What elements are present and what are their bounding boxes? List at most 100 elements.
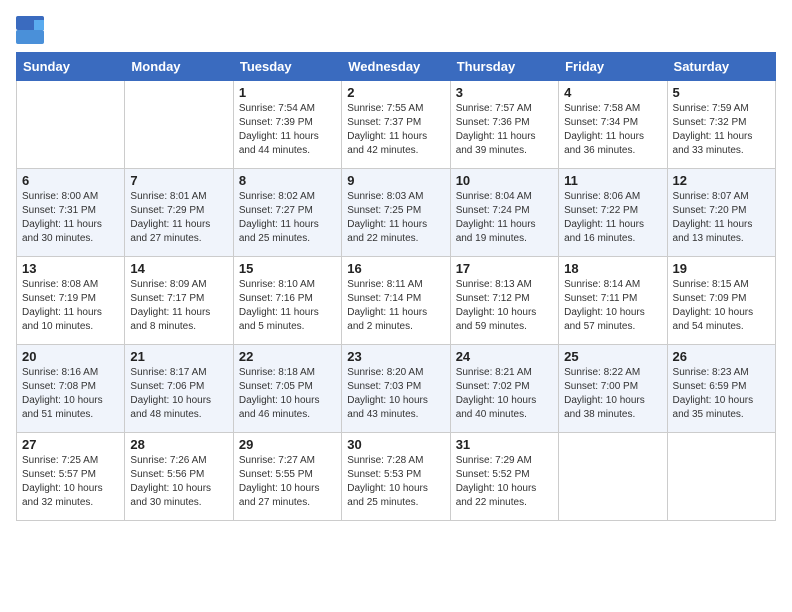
calendar-cell: 7 Sunrise: 8:01 AMSunset: 7:29 PMDaylight… (125, 169, 233, 257)
calendar-week-3: 13Sunrise: 8:08 AMSunset: 7:19 PMDayligh… (17, 257, 776, 345)
header-row: SundayMondayTuesdayWednesdayThursdayFrid… (17, 53, 776, 81)
day-detail: Sunrise: 8:03 AMSunset: 7:25 PMDaylight:… (347, 190, 444, 246)
day-number: 11 (564, 173, 661, 188)
header-day-tuesday: Tuesday (233, 53, 341, 81)
calendar-cell: 10Sunrise: 8:04 AMSunset: 7:24 PMDayligh… (450, 169, 558, 257)
calendar-cell: 19 Sunrise: 8:15 AMSunset: 7:09 PMDayligh… (667, 257, 775, 345)
day-detail: Sunrise: 8:21 AMSunset: 7:02 PMDaylight:… (456, 366, 553, 422)
day-number: 8 (239, 173, 336, 188)
calendar-cell: 3 Sunrise: 7:57 AMSunset: 7:36 PMDaylight… (450, 81, 558, 169)
day-detail: Sunrise: 8:15 AMSunset: 7:09 PMDaylight:… (673, 278, 770, 334)
day-detail: Sunrise: 8:09 AMSunset: 7:17 PMDaylight:… (130, 278, 227, 334)
day-detail: Sunrise: 8:06 AMSunset: 7:22 PMDaylight:… (564, 190, 661, 246)
calendar-cell: 21 Sunrise: 8:17 AMSunset: 7:06 PMDayligh… (125, 345, 233, 433)
day-detail: Sunrise: 8:14 AMSunset: 7:11 PMDaylight:… (564, 278, 661, 334)
day-detail: Sunrise: 7:25 AMSunset: 5:57 PMDaylight:… (22, 454, 119, 510)
day-number: 1 (239, 85, 336, 100)
day-number: 31 (456, 437, 553, 452)
day-detail: Sunrise: 8:18 AMSunset: 7:05 PMDaylight:… (239, 366, 336, 422)
day-number: 18 (564, 261, 661, 276)
day-number: 21 (130, 349, 227, 364)
day-detail: Sunrise: 8:02 AMSunset: 7:27 PMDaylight:… (239, 190, 336, 246)
day-detail: Sunrise: 7:28 AMSunset: 5:53 PMDaylight:… (347, 454, 444, 510)
day-number: 9 (347, 173, 444, 188)
calendar-cell: 28 Sunrise: 7:26 AMSunset: 5:56 PMDayligh… (125, 433, 233, 521)
calendar-cell: 12Sunrise: 8:07 AMSunset: 7:20 PMDayligh… (667, 169, 775, 257)
day-detail: Sunrise: 7:26 AMSunset: 5:56 PMDaylight:… (130, 454, 227, 510)
calendar-cell: 26Sunrise: 8:23 AMSunset: 6:59 PMDayligh… (667, 345, 775, 433)
calendar-week-1: 1 Sunrise: 7:54 AMSunset: 7:39 PMDaylight… (17, 81, 776, 169)
day-detail: Sunrise: 8:20 AMSunset: 7:03 PMDaylight:… (347, 366, 444, 422)
day-detail: Sunrise: 7:58 AMSunset: 7:34 PMDaylight:… (564, 102, 661, 158)
calendar-cell: 20 Sunrise: 8:16 AMSunset: 7:08 PMDayligh… (17, 345, 125, 433)
day-number: 28 (130, 437, 227, 452)
day-detail: Sunrise: 7:54 AMSunset: 7:39 PMDaylight:… (239, 102, 336, 158)
calendar-cell: 11 Sunrise: 8:06 AMSunset: 7:22 PMDayligh… (559, 169, 667, 257)
calendar-week-2: 6 Sunrise: 8:00 AMSunset: 7:31 PMDaylight… (17, 169, 776, 257)
day-number: 23 (347, 349, 444, 364)
calendar-cell: 30 Sunrise: 7:28 AMSunset: 5:53 PMDayligh… (342, 433, 450, 521)
header-day-wednesday: Wednesday (342, 53, 450, 81)
calendar-cell: 6 Sunrise: 8:00 AMSunset: 7:31 PMDaylight… (17, 169, 125, 257)
logo (16, 16, 48, 44)
day-number: 10 (456, 173, 553, 188)
day-detail: Sunrise: 8:22 AMSunset: 7:00 PMDaylight:… (564, 366, 661, 422)
day-detail: Sunrise: 8:01 AMSunset: 7:29 PMDaylight:… (130, 190, 227, 246)
calendar-cell: 8 Sunrise: 8:02 AMSunset: 7:27 PMDaylight… (233, 169, 341, 257)
calendar-cell: 1 Sunrise: 7:54 AMSunset: 7:39 PMDaylight… (233, 81, 341, 169)
day-detail: Sunrise: 7:55 AMSunset: 7:37 PMDaylight:… (347, 102, 444, 158)
calendar-cell: 14Sunrise: 8:09 AMSunset: 7:17 PMDayligh… (125, 257, 233, 345)
day-number: 3 (456, 85, 553, 100)
day-number: 16 (347, 261, 444, 276)
day-number: 29 (239, 437, 336, 452)
day-detail: Sunrise: 7:59 AMSunset: 7:32 PMDaylight:… (673, 102, 770, 158)
day-detail: Sunrise: 7:29 AMSunset: 5:52 PMDaylight:… (456, 454, 553, 510)
calendar-cell: 2 Sunrise: 7:55 AMSunset: 7:37 PMDaylight… (342, 81, 450, 169)
day-number: 7 (130, 173, 227, 188)
calendar-table: SundayMondayTuesdayWednesdayThursdayFrid… (16, 52, 776, 521)
calendar-cell (125, 81, 233, 169)
day-number: 19 (673, 261, 770, 276)
calendar-cell: 18 Sunrise: 8:14 AMSunset: 7:11 PMDayligh… (559, 257, 667, 345)
day-detail: Sunrise: 8:11 AMSunset: 7:14 PMDaylight:… (347, 278, 444, 334)
day-detail: Sunrise: 8:07 AMSunset: 7:20 PMDaylight:… (673, 190, 770, 246)
header-day-sunday: Sunday (17, 53, 125, 81)
day-detail: Sunrise: 7:27 AMSunset: 5:55 PMDaylight:… (239, 454, 336, 510)
logo-icon (16, 16, 44, 44)
day-detail: Sunrise: 8:17 AMSunset: 7:06 PMDaylight:… (130, 366, 227, 422)
day-number: 30 (347, 437, 444, 452)
day-number: 15 (239, 261, 336, 276)
header-day-monday: Monday (125, 53, 233, 81)
calendar-cell: 22 Sunrise: 8:18 AMSunset: 7:05 PMDayligh… (233, 345, 341, 433)
calendar-cell: 4Sunrise: 7:58 AMSunset: 7:34 PMDaylight… (559, 81, 667, 169)
day-number: 27 (22, 437, 119, 452)
day-number: 13 (22, 261, 119, 276)
calendar-week-5: 27 Sunrise: 7:25 AMSunset: 5:57 PMDayligh… (17, 433, 776, 521)
calendar-cell: 9 Sunrise: 8:03 AMSunset: 7:25 PMDaylight… (342, 169, 450, 257)
page-header (16, 16, 776, 44)
day-detail: Sunrise: 8:23 AMSunset: 6:59 PMDaylight:… (673, 366, 770, 422)
calendar-cell: 16 Sunrise: 8:11 AMSunset: 7:14 PMDayligh… (342, 257, 450, 345)
header-day-thursday: Thursday (450, 53, 558, 81)
day-number: 2 (347, 85, 444, 100)
calendar-cell: 27 Sunrise: 7:25 AMSunset: 5:57 PMDayligh… (17, 433, 125, 521)
calendar-cell: 29 Sunrise: 7:27 AMSunset: 5:55 PMDayligh… (233, 433, 341, 521)
calendar-week-4: 20 Sunrise: 8:16 AMSunset: 7:08 PMDayligh… (17, 345, 776, 433)
day-number: 22 (239, 349, 336, 364)
calendar-cell (559, 433, 667, 521)
day-detail: Sunrise: 8:16 AMSunset: 7:08 PMDaylight:… (22, 366, 119, 422)
calendar-cell: 13Sunrise: 8:08 AMSunset: 7:19 PMDayligh… (17, 257, 125, 345)
day-detail: Sunrise: 8:00 AMSunset: 7:31 PMDaylight:… (22, 190, 119, 246)
calendar-cell: 24 Sunrise: 8:21 AMSunset: 7:02 PMDayligh… (450, 345, 558, 433)
day-detail: Sunrise: 7:57 AMSunset: 7:36 PMDaylight:… (456, 102, 553, 158)
day-detail: Sunrise: 8:10 AMSunset: 7:16 PMDaylight:… (239, 278, 336, 334)
day-number: 6 (22, 173, 119, 188)
header-day-friday: Friday (559, 53, 667, 81)
header-day-saturday: Saturday (667, 53, 775, 81)
calendar-cell: 5Sunrise: 7:59 AMSunset: 7:32 PMDaylight… (667, 81, 775, 169)
day-number: 20 (22, 349, 119, 364)
day-number: 24 (456, 349, 553, 364)
calendar-cell: 25Sunrise: 8:22 AMSunset: 7:00 PMDayligh… (559, 345, 667, 433)
day-number: 17 (456, 261, 553, 276)
day-detail: Sunrise: 8:13 AMSunset: 7:12 PMDaylight:… (456, 278, 553, 334)
